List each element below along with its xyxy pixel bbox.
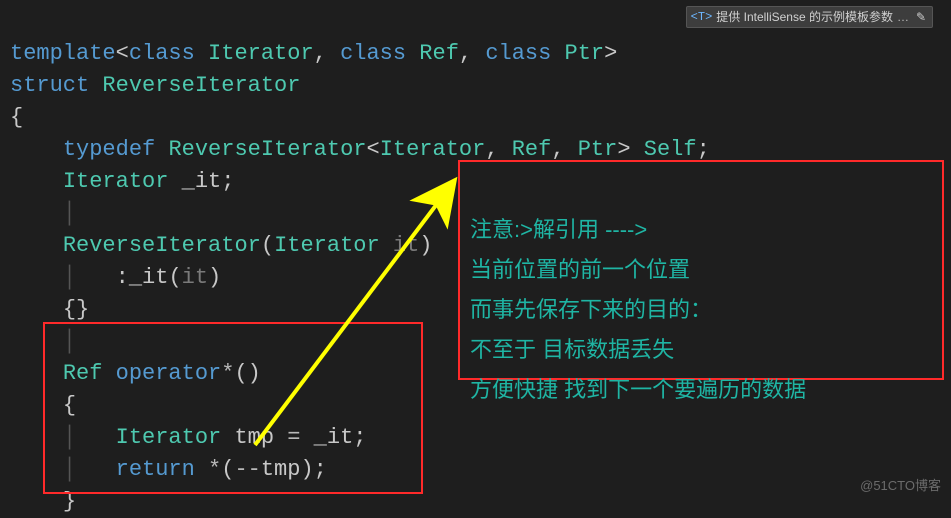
annotation-line: 当前位置的前一个位置 bbox=[470, 257, 690, 282]
annotation-line: 而事先保存下来的目的： bbox=[470, 297, 712, 322]
code-line: ReverseIterator(Iterator it) bbox=[10, 233, 433, 258]
code-line: struct ReverseIterator bbox=[10, 73, 300, 98]
code-line: │ :_it(it) bbox=[10, 265, 221, 290]
hint-text: 提供 IntelliSense 的示例模板参数 bbox=[716, 9, 893, 25]
ellipsis-icon[interactable]: … bbox=[897, 9, 910, 25]
annotation-line: 不至于 目标数据丢失 bbox=[470, 337, 674, 362]
keyword-template: template bbox=[10, 41, 116, 66]
annotation-line: 方便快捷 找到下一个要遍历的数据 bbox=[470, 377, 806, 402]
code-line: {} bbox=[10, 297, 89, 322]
code-line: template<class Iterator, class Ref, clas… bbox=[10, 41, 617, 66]
intellisense-hint[interactable]: <T> 提供 IntelliSense 的示例模板参数 … ✎ bbox=[686, 6, 933, 28]
annotation-line: 注意:>解引用 ----> bbox=[470, 217, 647, 242]
annotation-text: 注意:>解引用 ----> 当前位置的前一个位置 而事先保存下来的目的： 不至于… bbox=[470, 170, 806, 410]
watermark: @51CTO博客 bbox=[860, 470, 941, 502]
edit-icon[interactable]: ✎ bbox=[914, 10, 928, 24]
code-line: { bbox=[10, 105, 23, 130]
highlight-box-operator bbox=[43, 322, 423, 494]
code-line: typedef ReverseIterator<Iterator, Ref, P… bbox=[10, 137, 710, 162]
hint-tag: <T> bbox=[691, 9, 713, 25]
code-line: │ bbox=[10, 201, 76, 226]
code-line: Iterator _it; bbox=[10, 169, 234, 194]
